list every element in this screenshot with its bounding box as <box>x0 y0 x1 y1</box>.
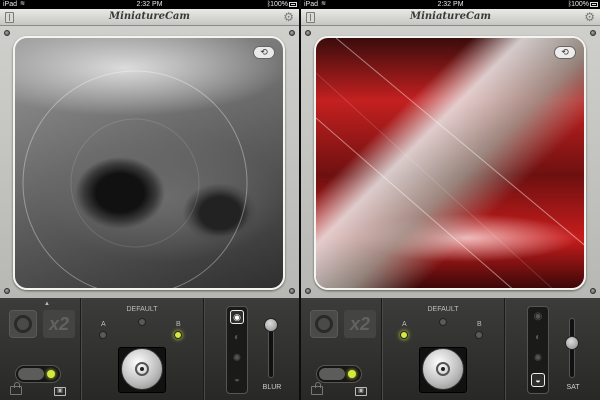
app-title: MiniatureCam <box>410 11 491 22</box>
tilt-shift-overlay <box>316 38 584 288</box>
shutter-button[interactable] <box>121 348 163 390</box>
lock-icon[interactable] <box>10 382 22 395</box>
divider <box>381 298 383 400</box>
saturation-slider-knob[interactable] <box>565 336 579 350</box>
viewfinder: ⟲ <box>301 26 600 298</box>
default-preset-button[interactable] <box>439 318 447 326</box>
camera-switch-icon[interactable]: ⟲ <box>253 46 275 59</box>
photo-preview[interactable]: ⟲ <box>314 36 586 290</box>
focus-ring-icon[interactable]: ◉ <box>531 310 545 324</box>
film-reel-icon[interactable] <box>9 310 37 338</box>
toggle-switch[interactable] <box>316 365 362 383</box>
sun-icon[interactable]: ✺ <box>230 352 244 366</box>
preset-b-label: B <box>176 321 181 328</box>
photo-library-icon[interactable]: ▣ <box>54 387 66 396</box>
status-bar: iPad ≋ 2:32 PM ᛒ 100% <box>301 0 600 9</box>
screw-icon <box>305 30 311 36</box>
screw-icon <box>590 30 596 36</box>
photo-library-icon[interactable]: ▣ <box>355 387 367 396</box>
divider <box>504 298 506 400</box>
default-label: DEFAULT <box>427 306 459 313</box>
preset-b-button[interactable] <box>174 331 182 339</box>
control-panel: x2 ▣ DEFAULT A B ◉ ◐ ✺ ◒ SAT <box>301 298 600 400</box>
battery-icon <box>289 2 297 7</box>
focus-ring-overlay <box>22 70 248 288</box>
status-time: 2:32 PM <box>136 1 163 8</box>
camera-switch-icon[interactable]: ⟲ <box>554 46 576 59</box>
screw-icon <box>4 288 10 294</box>
toggle-indicator <box>348 370 356 378</box>
half-circle-icon[interactable]: ◐ <box>531 331 545 345</box>
title-bar: MiniatureCam ⚙ <box>0 9 299 26</box>
mode-selector[interactable]: ◉ ◐ ✺ ◒ <box>226 306 248 394</box>
screw-icon <box>289 30 295 36</box>
control-panel: ▲ x2 ▣ DEFAULT A B ◉ ◐ ✺ ◒ BLUR <box>0 298 299 400</box>
battery-icon <box>590 2 598 7</box>
app-title: MiniatureCam <box>109 11 190 22</box>
preset-a-label: A <box>402 321 407 328</box>
focus-ring-icon[interactable]: ◉ <box>230 310 244 324</box>
blur-label: BLUR <box>262 384 282 391</box>
contrast-icon[interactable]: ◒ <box>230 373 244 387</box>
status-bar: iPad ≋ 2:32 PM ᛒ 100% <box>0 0 299 9</box>
screw-icon <box>305 288 311 294</box>
preset-a-label: A <box>101 321 106 328</box>
preset-b-button[interactable] <box>475 331 483 339</box>
screw-icon <box>590 288 596 294</box>
mode-selector[interactable]: ◉ ◐ ✺ ◒ <box>527 306 549 394</box>
left-panel: iPad ≋ 2:32 PM ᛒ 100% MiniatureCam ⚙ ⟲ ▲… <box>0 0 299 400</box>
preset-a-button[interactable] <box>400 331 408 339</box>
default-preset-button[interactable] <box>138 318 146 326</box>
gear-icon[interactable]: ⚙ <box>283 11 294 23</box>
photo-preview[interactable]: ⟲ <box>13 36 285 290</box>
screw-icon <box>289 288 295 294</box>
default-label: DEFAULT <box>126 306 158 313</box>
contrast-icon[interactable]: ◒ <box>531 373 545 387</box>
divider <box>80 298 82 400</box>
preset-b-label: B <box>477 321 482 328</box>
title-bar: MiniatureCam ⚙ <box>301 9 600 26</box>
film-reel-icon[interactable] <box>310 310 338 338</box>
status-time: 2:32 PM <box>437 1 464 8</box>
zoom-x2-button[interactable]: x2 <box>43 310 75 338</box>
battery-percent: 100% <box>270 1 288 8</box>
right-panel: iPad ≋ 2:32 PM ᛒ 100% MiniatureCam ⚙ ⟲ x… <box>301 0 600 400</box>
zoom-x2-button[interactable]: x2 <box>344 310 376 338</box>
sun-icon[interactable]: ✺ <box>531 352 545 366</box>
screw-icon <box>4 30 10 36</box>
lock-icon[interactable] <box>311 382 323 395</box>
caret-up-icon: ▲ <box>44 301 50 307</box>
divider <box>203 298 205 400</box>
preset-a-button[interactable] <box>99 331 107 339</box>
battery-percent: 100% <box>571 1 589 8</box>
shutter-button[interactable] <box>422 348 464 390</box>
toggle-indicator <box>47 370 55 378</box>
saturation-label: SAT <box>566 384 580 391</box>
blur-slider-knob[interactable] <box>264 318 278 332</box>
viewfinder: ⟲ <box>0 26 299 298</box>
gear-icon[interactable]: ⚙ <box>584 11 595 23</box>
half-circle-icon[interactable]: ◐ <box>230 331 244 345</box>
toggle-switch[interactable] <box>15 365 61 383</box>
